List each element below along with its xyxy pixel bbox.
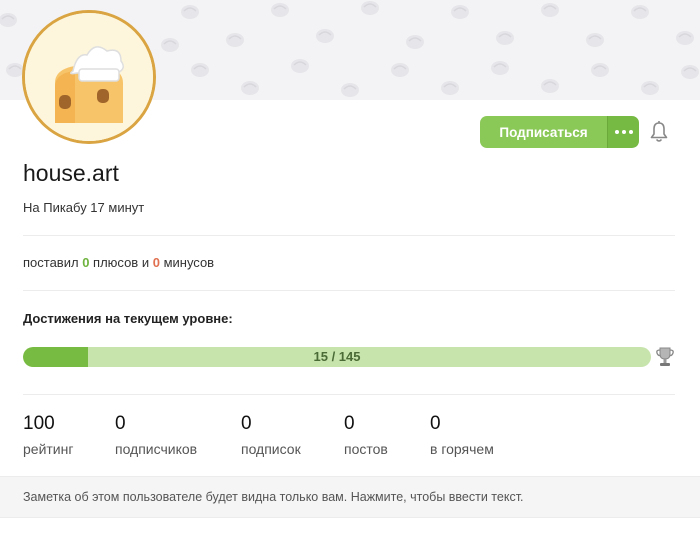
plus-count: 0 bbox=[82, 255, 90, 270]
username: house.art bbox=[23, 160, 119, 186]
achievements-title: Достижения на текущем уровне: bbox=[23, 311, 233, 326]
stat-value: 0 bbox=[241, 413, 252, 434]
minus-count: 0 bbox=[152, 255, 160, 270]
more-button[interactable] bbox=[607, 116, 639, 148]
stat-hot[interactable]: 0 в горячем bbox=[430, 413, 494, 457]
chef-bread-icon bbox=[25, 13, 153, 141]
ellipsis-icon bbox=[614, 130, 619, 134]
achievements-progress-bar[interactable]: 15 / 145 bbox=[23, 347, 651, 367]
stat-subscribers[interactable]: 0 подписчиков bbox=[115, 413, 197, 457]
stat-value: 0 bbox=[430, 413, 441, 434]
stat-value: 0 bbox=[344, 413, 355, 434]
stat-posts[interactable]: 0 постов bbox=[344, 413, 388, 457]
divider bbox=[23, 235, 675, 236]
stat-rating[interactable]: 100 рейтинг bbox=[23, 413, 73, 457]
ellipsis-dot bbox=[621, 130, 626, 134]
stat-label: подписок bbox=[241, 441, 301, 457]
votes-summary: поставил 0 плюсов и 0 минусов bbox=[23, 255, 214, 270]
votes-prefix: поставил bbox=[23, 255, 79, 270]
stat-label: рейтинг bbox=[23, 441, 74, 457]
divider bbox=[23, 290, 675, 291]
bell-icon[interactable] bbox=[648, 120, 670, 144]
profile-card: Подписаться house.art На Пикабу 17 минут… bbox=[0, 0, 700, 536]
divider bbox=[23, 394, 675, 395]
plus-label: плюсов и bbox=[93, 255, 150, 270]
trophy-icon[interactable] bbox=[655, 346, 675, 368]
stat-subscriptions[interactable]: 0 подписок bbox=[241, 413, 301, 457]
stat-value: 0 bbox=[115, 413, 126, 434]
stat-label: постов bbox=[344, 441, 388, 457]
stat-label: подписчиков bbox=[115, 441, 198, 457]
minus-label: минусов bbox=[163, 255, 215, 270]
stat-value: 100 bbox=[23, 413, 55, 434]
note-placeholder: Заметка об этом пользователе будет видна… bbox=[23, 490, 524, 504]
stat-label: в горячем bbox=[430, 441, 494, 457]
ellipsis-dot bbox=[628, 130, 633, 134]
user-note-field[interactable]: Заметка об этом пользователе будет видна… bbox=[0, 476, 700, 518]
progress-text: 15 / 145 bbox=[313, 349, 361, 364]
profile-actions: Подписаться bbox=[480, 116, 639, 148]
avatar[interactable] bbox=[22, 10, 156, 144]
registration-age: На Пикабу 17 минут bbox=[23, 200, 145, 215]
subscribe-button[interactable]: Подписаться bbox=[480, 116, 607, 148]
